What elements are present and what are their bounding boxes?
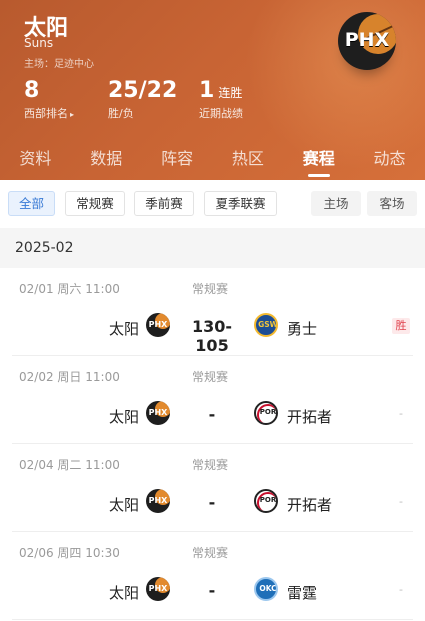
- away-logo-text: OKC: [259, 584, 277, 593]
- filter-regular-season[interactable]: 常规赛: [65, 191, 125, 216]
- game-type: 常规赛: [192, 546, 229, 560]
- team-header: 太阳 Suns 主场：足迹中心 8 西部排名 ▸ 25/22 胜/负 1 连胜 近期…: [0, 0, 425, 180]
- away-team-logo: POR: [254, 489, 278, 513]
- filter-preseason[interactable]: 季前赛: [134, 191, 194, 216]
- home-logo-text: PHX: [148, 408, 168, 417]
- away-logo-text: POR: [259, 496, 277, 504]
- home-team-logo: PHX: [146, 577, 170, 601]
- game-result: -: [399, 495, 403, 508]
- filter-home[interactable]: 主场: [311, 191, 361, 216]
- filter-away[interactable]: 客场: [367, 191, 417, 216]
- game-weekday: 周六: [57, 282, 82, 296]
- stat-record: 25/22 胜/负: [108, 78, 177, 121]
- tab-roster[interactable]: 阵容: [142, 140, 213, 180]
- home-logo-text: PHX: [148, 584, 168, 593]
- game-row[interactable]: 02/02 周日 11:00 常规赛 太阳 PHX - POR 开拓者 -: [0, 356, 425, 444]
- game-date: 02/01: [19, 282, 54, 296]
- game-time: 11:00: [85, 458, 120, 472]
- stat-streak-value: 1: [199, 78, 215, 103]
- stat-streak-label: 近期战绩: [199, 107, 243, 120]
- arrow-right-icon: ▸: [70, 110, 75, 119]
- game-row[interactable]: 02/06 周四 10:30 常规赛 太阳 PHX - OKC 雷霆 -: [0, 532, 425, 620]
- away-team-name: 雷霆: [287, 584, 318, 602]
- team-logo: PHX: [338, 12, 396, 70]
- stat-record-label: 胜/负: [108, 107, 134, 120]
- game-weekday: 周日: [57, 370, 82, 384]
- game-result: -: [399, 407, 403, 420]
- game-date: 02/04: [19, 458, 54, 472]
- tab-profile[interactable]: 资料: [0, 140, 71, 180]
- filter-all[interactable]: 全部: [8, 191, 55, 216]
- stat-record-value: 25/22: [108, 78, 178, 103]
- tab-schedule[interactable]: 赛程: [283, 140, 354, 180]
- game-result: -: [399, 583, 403, 596]
- away-team-name: 开拓者: [287, 408, 333, 426]
- stat-streak-suffix: 连胜: [218, 86, 243, 100]
- home-logo-text: PHX: [148, 496, 168, 505]
- team-logo-text: PHX: [344, 29, 390, 51]
- team-name-en: Suns: [24, 36, 54, 50]
- game-type: 常规赛: [192, 370, 229, 384]
- game-score: -: [208, 405, 216, 424]
- game-time: 10:30: [85, 546, 120, 560]
- tab-hotzone[interactable]: 热区: [212, 140, 283, 180]
- game-weekday: 周二: [57, 458, 82, 472]
- filter-summer-league[interactable]: 夏季联赛: [204, 191, 277, 216]
- game-time: 11:00: [85, 370, 120, 384]
- game-type: 常规赛: [192, 282, 229, 296]
- game-date: 02/02: [19, 370, 54, 384]
- home-team-name: 太阳: [108, 320, 139, 338]
- tab-data[interactable]: 数据: [71, 140, 142, 180]
- stat-rank-value: 8: [24, 78, 40, 103]
- tab-news[interactable]: 动态: [354, 140, 425, 180]
- away-team-logo: POR: [254, 401, 278, 425]
- away-logo-text: POR: [259, 408, 277, 416]
- home-team-logo: PHX: [146, 401, 170, 425]
- away-team-name: 勇士: [287, 320, 318, 338]
- away-logo-text: GSW: [258, 320, 278, 329]
- home-team-name: 太阳: [108, 496, 139, 514]
- away-team-logo: OKC: [254, 577, 278, 601]
- away-team-name: 开拓者: [287, 496, 333, 514]
- home-team-logo: PHX: [146, 489, 170, 513]
- divider: [12, 619, 413, 620]
- game-type: 常规赛: [192, 458, 229, 472]
- game-score: -: [208, 493, 216, 512]
- tab-bar: 资料 数据 阵容 热区 赛程 动态: [0, 140, 425, 180]
- game-result-badge: 胜: [392, 318, 410, 334]
- stat-streak: 1 连胜 近期战绩: [199, 78, 243, 121]
- stat-rank[interactable]: 8 西部排名 ▸: [24, 78, 74, 121]
- game-score: 130-105: [191, 317, 233, 355]
- game-date: 02/06: [19, 546, 54, 560]
- away-team-logo: GSW: [254, 313, 278, 337]
- filter-bar: 全部 常规赛 季前赛 夏季联赛 主场 客场: [0, 180, 425, 226]
- game-row[interactable]: 02/01 周六 11:00 常规赛 太阳 PHX 130-105 GSW 勇士…: [0, 268, 425, 356]
- game-weekday: 周四: [57, 546, 82, 560]
- game-row[interactable]: 02/04 周二 11:00 常规赛 太阳 PHX - POR 开拓者 -: [0, 444, 425, 532]
- home-logo-text: PHX: [148, 320, 168, 329]
- home-team-logo: PHX: [146, 313, 170, 337]
- home-team-name: 太阳: [108, 584, 139, 602]
- game-score: -: [208, 581, 216, 600]
- home-team-name: 太阳: [108, 408, 139, 426]
- home-court: 主场：足迹中心: [24, 59, 94, 70]
- game-time: 11:00: [85, 282, 120, 296]
- month-header: 2025-02: [0, 228, 425, 268]
- stat-rank-label: 西部排名: [24, 107, 68, 120]
